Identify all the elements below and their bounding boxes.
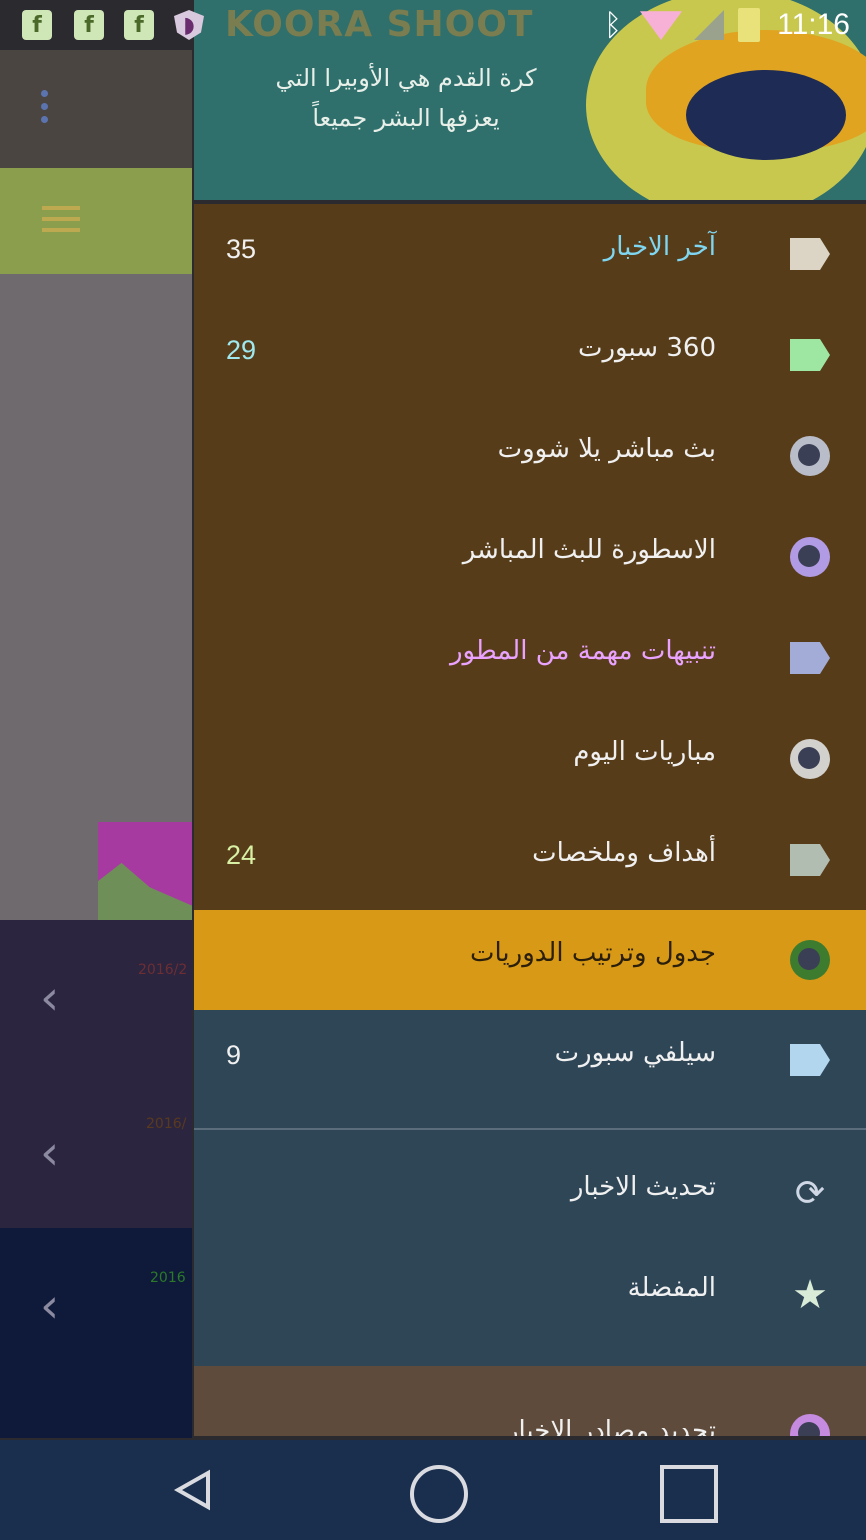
status-bar: f f f ◗ KOORA SHOOT ᛒ 11:16 <box>0 0 866 50</box>
globe-icon <box>790 739 830 779</box>
drawer-divider <box>194 1128 866 1130</box>
signal-icon <box>694 10 724 40</box>
quote-line: يعزفها البشر جميعاً <box>312 104 500 132</box>
drawer-item-count: 29 <box>226 335 257 365</box>
drawer-item-developer-alerts[interactable]: تنبيهات مهمة من المطور <box>194 608 866 709</box>
hamburger-area <box>0 168 192 274</box>
back-button[interactable] <box>170 1465 220 1515</box>
tag-icon <box>790 1044 830 1076</box>
bluetooth-icon: ᛒ <box>604 8 622 43</box>
thumbnail-image <box>98 822 192 924</box>
drawer-item-360-sport[interactable]: 360 سبورت 29 <box>194 305 866 406</box>
home-button[interactable] <box>410 1465 468 1523</box>
drawer-item-todays-matches[interactable]: مباريات اليوم <box>194 709 866 810</box>
tag-icon <box>790 238 830 270</box>
tag-icon <box>790 642 830 674</box>
drawer-item-label: تنبيهات مهمة من المطور <box>449 636 716 666</box>
drawer-item-goals-highlights[interactable]: أهداف وملخصات 24 <box>194 810 866 911</box>
drawer-item-count: 9 <box>226 1040 242 1070</box>
drawer-item-label: سيلفي سبورت <box>554 1038 716 1068</box>
overflow-menu-area <box>0 50 192 168</box>
facebook-notification-icon: f <box>22 10 52 40</box>
globe-icon <box>790 940 830 980</box>
drawer-item-favorites[interactable]: ★ المفضلة <box>194 1245 866 1346</box>
drawer-item-latest-news[interactable]: آخر الاخبار 35 <box>194 204 866 305</box>
facebook-notification-icon: f <box>124 10 154 40</box>
chevron-left-icon[interactable]: ‹ <box>40 1278 59 1334</box>
star-icon: ★ <box>792 1272 828 1318</box>
chevron-left-icon[interactable]: ‹ <box>40 1125 59 1181</box>
date-fragment: 2016 <box>150 1270 186 1286</box>
drawer-item-count: 35 <box>226 234 257 264</box>
tag-icon <box>790 844 830 876</box>
drawer-item-label: أهداف وملخصات <box>532 838 716 868</box>
compass-icon <box>790 1414 830 1436</box>
chevron-left-icon[interactable]: ‹ <box>40 970 59 1026</box>
drawer-item-label: الاسطورة للبث المباشر <box>462 535 716 565</box>
list-area: 2016 ‹ <box>0 1228 192 1438</box>
drawer-item-label: 360 سبورت <box>578 333 716 363</box>
tag-icon <box>790 339 830 371</box>
list-area: 2016/2 ‹ 2016/ ‹ <box>0 920 192 1228</box>
banner-quote: كرة القدم هي الأوبيرا التي يعزفها البشر … <box>246 58 566 138</box>
drawer-item-label: المفضلة <box>627 1273 716 1303</box>
overflow-menu-icon[interactable] <box>38 90 52 130</box>
drawer-item-count: 24 <box>226 840 257 870</box>
drawer-item-label: مباريات اليوم <box>573 737 716 767</box>
shield-icon: ◗ <box>174 10 204 40</box>
drawer-item-label: تحديث الاخبار <box>570 1172 716 1202</box>
wifi-icon <box>640 11 682 40</box>
date-fragment: 2016/ <box>146 1116 187 1132</box>
drawer-item-label: آخر الاخبار <box>603 232 716 262</box>
drawer-item-news-sources[interactable]: تحديد مصادر الاخبار <box>194 1380 866 1436</box>
drawer-item-league-tables[interactable]: جدول وترتيب الدوريات <box>194 910 866 1010</box>
globe-icon <box>790 537 830 577</box>
battery-icon <box>738 8 760 42</box>
quote-line: كرة القدم هي الأوبيرا التي <box>275 64 537 92</box>
drawer-item-refresh-news[interactable]: ⟳ تحديث الاخبار <box>194 1144 866 1245</box>
drawer-item-selfie-sport[interactable]: سيلفي سبورت 9 <box>194 1010 866 1111</box>
background-content-panel: 2016/2 ‹ 2016/ ‹ 2016 ‹ <box>0 0 192 1540</box>
facebook-notification-icon: f <box>74 10 104 40</box>
drawer-item-label: تحديد مصادر الاخبار <box>505 1416 716 1436</box>
content-area <box>0 274 192 924</box>
recents-button[interactable] <box>660 1465 718 1523</box>
drawer-item-label: بث مباشر يلا شووت <box>497 434 716 464</box>
app-brand-title: KOORA SHOOT <box>225 4 534 45</box>
refresh-icon: ⟳ <box>794 1173 826 1214</box>
globe-icon <box>790 436 830 476</box>
system-navigation-bar <box>0 1440 866 1540</box>
status-time: 11:16 <box>777 8 850 41</box>
hamburger-icon[interactable] <box>42 206 80 232</box>
date-fragment: 2016/2 <box>138 962 188 978</box>
drawer-item-yalla-shoot-live[interactable]: بث مباشر يلا شووت <box>194 406 866 507</box>
football-decoration <box>686 70 846 160</box>
drawer-item-ostora-live[interactable]: الاسطورة للبث المباشر <box>194 507 866 608</box>
drawer-item-label: جدول وترتيب الدوريات <box>470 938 716 968</box>
navigation-drawer: آخر الاخبار 35 360 سبورت 29 بث مباشر يلا… <box>194 204 866 1436</box>
